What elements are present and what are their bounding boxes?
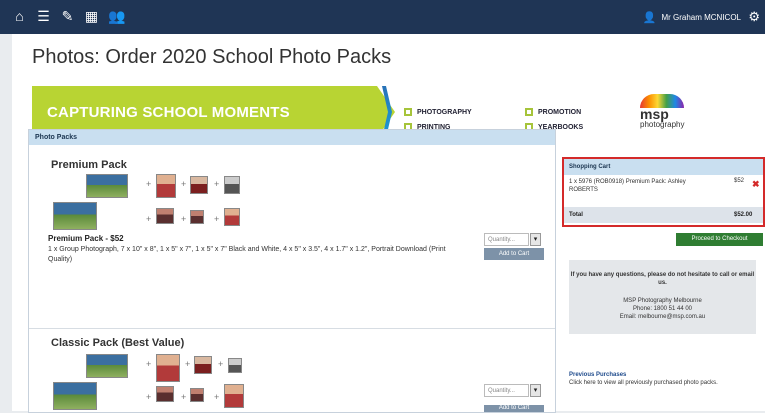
total-label: Total — [569, 212, 583, 218]
msp-logo: msp photography — [640, 94, 684, 129]
quantity-select[interactable]: Quantity... — [484, 233, 529, 246]
add-to-cart-button[interactable]: Add to Cart — [484, 248, 544, 260]
portrait-thumbnail — [190, 176, 208, 194]
user-menu[interactable]: 👤 Mr Graham MCNICOL — [643, 11, 741, 24]
cart-header: Shopping Cart — [564, 159, 763, 175]
total-value: $52.00 — [734, 212, 753, 218]
group-photo-thumbnail — [86, 174, 128, 198]
service-photography: PHOTOGRAPHY — [404, 108, 472, 116]
banner-headline: CAPTURING SCHOOL MOMENTS — [47, 104, 290, 121]
pack-name: Classic Pack (Best Value) — [51, 337, 185, 349]
page-title: Photos: Order 2020 School Photo Packs — [32, 46, 392, 68]
remove-icon[interactable]: ✖ — [752, 179, 760, 190]
user-name: Mr Graham MCNICOL — [661, 13, 741, 22]
phone-number: Phone: 1800 51 44 00 — [632, 306, 693, 312]
gear-icon[interactable]: ⚙ — [748, 9, 760, 25]
small-prints-thumbnail — [156, 386, 174, 402]
portrait-thumbnail — [156, 174, 176, 198]
panel-header: Photo Packs — [29, 130, 555, 145]
shopping-cart: Shopping Cart 1 x 5976 (ROB0918) Premium… — [562, 157, 765, 227]
email-link[interactable]: Email: melbourne@msp.com.au — [569, 313, 756, 321]
cart-total-row: Total $52.00 — [564, 207, 763, 223]
pack-description: 1 x Group Photograph, 7 x 10" x 8", 1 x … — [48, 246, 446, 263]
group-icon[interactable]: 👥 — [108, 9, 125, 24]
wallet-prints-thumbnail — [190, 210, 204, 224]
checkbox-icon — [525, 108, 533, 116]
contact-info-box: If you have any questions, please do not… — [569, 260, 756, 334]
portrait-thumbnail — [194, 356, 212, 374]
portrait-thumbnail — [228, 358, 242, 373]
proceed-to-checkout-button[interactable]: Proceed to Checkout — [676, 233, 763, 246]
pencil-icon[interactable]: ✎ — [60, 9, 75, 24]
divider — [29, 328, 555, 329]
download-thumbnail — [224, 208, 240, 226]
cart-item-price: $52 — [734, 178, 745, 184]
chevron-down-icon[interactable]: ▾ — [530, 233, 541, 246]
user-icon: 👤 — [642, 12, 657, 24]
portrait-thumbnail — [156, 354, 180, 382]
service-promotion: PROMOTION — [525, 108, 581, 116]
photo-packs-panel: Photo Packs Premium Pack + + + + + + Pre… — [28, 129, 556, 413]
nav-icons: ⌂ ☰ ✎ ▦ 👥 — [12, 9, 125, 24]
company-name: MSP Photography Melbourne — [623, 298, 702, 304]
top-navigation-bar: ⌂ ☰ ✎ ▦ 👥 👤 Mr Graham MCNICOL ⚙ — [0, 0, 765, 34]
grid-icon[interactable]: ▦ — [84, 9, 99, 24]
small-prints-thumbnail — [156, 208, 174, 224]
list-icon[interactable]: ☰ — [36, 9, 51, 24]
pack-name: Premium Pack — [51, 159, 127, 171]
chevron-down-icon[interactable]: ▾ — [530, 384, 541, 397]
help-question: If you have any questions, please do not… — [570, 272, 755, 286]
previous-purchases-description: Click here to view all previously purcha… — [569, 380, 718, 386]
group-photo-thumbnail — [53, 202, 97, 230]
quantity-select[interactable]: Quantity... — [484, 384, 529, 397]
pack-title-price: Premium Pack - $52 — [48, 234, 124, 243]
wallet-prints-thumbnail — [190, 388, 204, 402]
home-icon[interactable]: ⌂ — [12, 9, 27, 24]
group-photo-thumbnail — [86, 354, 128, 378]
group-photo-thumbnail — [53, 382, 97, 410]
bw-portrait-thumbnail — [224, 176, 240, 194]
download-thumbnail — [224, 384, 244, 408]
cart-item: 1 x 5976 (ROB0918) Premium Pack: Ashley … — [569, 179, 686, 193]
checkbox-icon — [404, 108, 412, 116]
previous-purchases[interactable]: Previous Purchases Click here to view al… — [569, 371, 729, 387]
previous-purchases-link[interactable]: Previous Purchases — [569, 371, 729, 379]
